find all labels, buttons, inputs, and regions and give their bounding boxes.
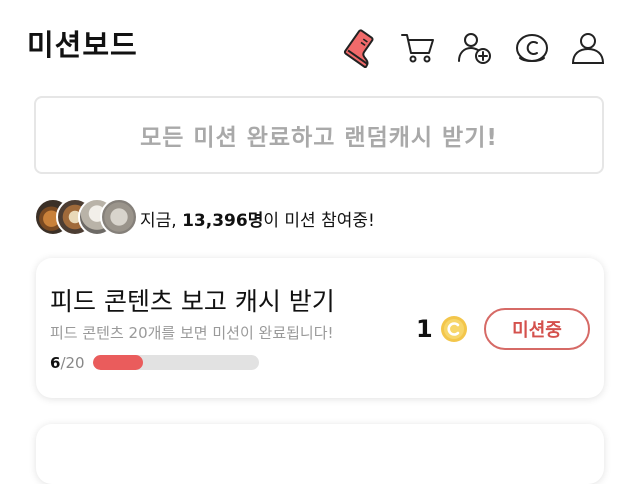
complete-all-banner[interactable]: 모든 미션 완료하고 랜덤캐시 받기! — [34, 96, 604, 174]
participants-prefix: 지금, — [140, 210, 183, 231]
header: 미션보드 — [0, 0, 640, 90]
participants-text: 지금, 13,396명이 미션 참여중! — [140, 206, 375, 231]
cash-coin-icon[interactable] — [512, 28, 552, 68]
progress-total: /20 — [60, 354, 85, 372]
participant-avatars — [34, 196, 138, 240]
progress-fill — [93, 355, 143, 370]
coin-icon — [440, 316, 467, 342]
next-mission-card[interactable] — [36, 424, 604, 484]
progress-current: 6 — [50, 354, 61, 372]
reward-amount: 1 — [416, 315, 433, 343]
participants-suffix: 이 미션 참여중! — [263, 210, 375, 231]
mission-description: 피드 콘텐츠 20개를 보면 미션이 완료됩니다! — [50, 324, 334, 342]
add-user-icon[interactable] — [455, 28, 495, 68]
mission-status-button[interactable]: 미션중 — [484, 308, 590, 350]
mission-title: 피드 콘텐츠 보고 캐시 받기 — [50, 287, 335, 316]
progress-bar — [93, 355, 259, 370]
avatar — [100, 198, 138, 236]
progress-text: 6/20 — [50, 354, 85, 372]
reward: 1 — [416, 314, 469, 344]
shoe-icon[interactable] — [342, 28, 382, 68]
profile-icon[interactable] — [568, 28, 608, 68]
mission-card[interactable]: 피드 콘텐츠 보고 캐시 받기 피드 콘텐츠 20개를 보면 미션이 완료됩니다… — [36, 258, 604, 398]
participants-row: 지금, 13,396명이 미션 참여중! — [34, 196, 375, 240]
cart-icon[interactable] — [398, 28, 438, 68]
page-title: 미션보드 — [27, 28, 138, 62]
participants-count: 13,396명 — [182, 210, 264, 231]
